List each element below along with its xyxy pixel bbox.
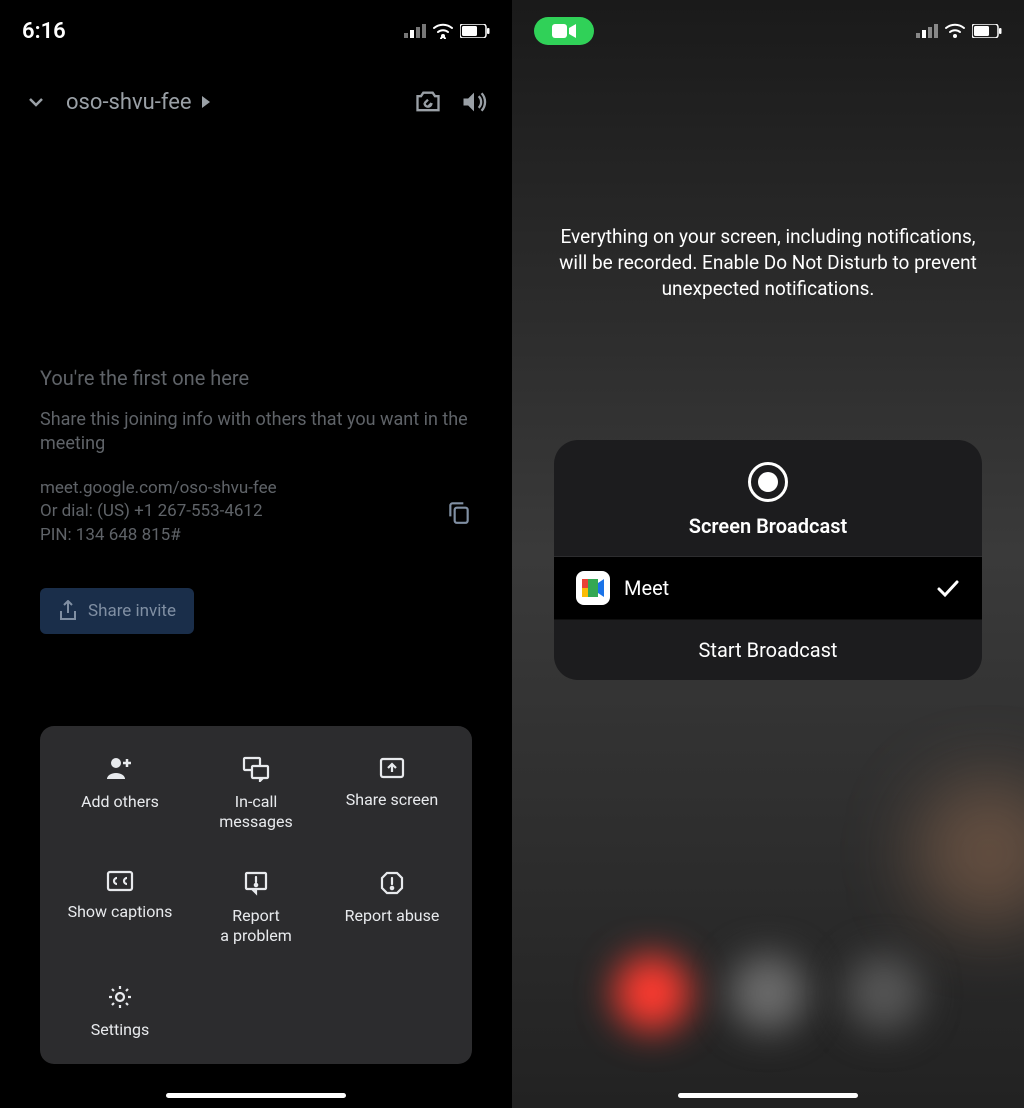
broadcast-header: Screen Broadcast xyxy=(554,440,982,557)
in-call-messages-label: In-call messages xyxy=(219,792,292,832)
share-description: Share this joining info with others that… xyxy=(40,408,472,457)
share-invite-label: Share invite xyxy=(88,601,176,621)
wifi-icon xyxy=(944,23,966,39)
copy-icon[interactable] xyxy=(446,499,472,525)
show-captions-button[interactable]: Show captions xyxy=(52,870,188,946)
status-time: 6:16 xyxy=(22,19,66,44)
share-screen-button[interactable]: Share screen xyxy=(324,756,460,832)
share-screen-label: Share screen xyxy=(346,790,438,810)
share-screen-icon xyxy=(378,756,406,780)
home-indicator[interactable] xyxy=(678,1093,858,1098)
report-abuse-label: Report abuse xyxy=(345,906,440,926)
report-problem-icon xyxy=(243,870,269,896)
bottom-controls-blur xyxy=(512,918,1024,1068)
chevron-right-icon xyxy=(200,94,212,110)
blurred-control xyxy=(846,955,922,1031)
join-details: meet.google.com/oso-shvu-fee Or dial: (U… xyxy=(40,477,446,548)
broadcast-screen: Everything on your screen, including not… xyxy=(512,0,1024,1108)
meeting-header: oso-shvu-fee xyxy=(0,54,512,126)
status-bar: 6:16 xyxy=(0,0,512,54)
camera-switch-icon[interactable] xyxy=(414,88,442,116)
messages-icon xyxy=(242,756,270,782)
status-icons xyxy=(916,23,1002,39)
options-sheet: Add others In-call messages Share screen… xyxy=(40,726,472,1064)
show-captions-label: Show captions xyxy=(68,902,173,922)
broadcast-app-name: Meet xyxy=(624,576,922,600)
join-dial: Or dial: (US) +1 267-553-4612 xyxy=(40,500,446,524)
report-problem-button[interactable]: Report a problem xyxy=(188,870,324,946)
blurred-control xyxy=(730,955,806,1031)
signal-icon xyxy=(404,24,426,38)
screen-recording-pill[interactable] xyxy=(534,17,594,45)
add-others-label: Add others xyxy=(81,792,159,812)
video-icon xyxy=(552,23,576,39)
battery-icon xyxy=(972,24,1002,38)
meet-app-icon xyxy=(576,571,610,605)
meeting-info: You're the first one here Share this joi… xyxy=(0,366,512,548)
join-pin: PIN: 134 648 815# xyxy=(40,524,446,548)
add-others-button[interactable]: Add others xyxy=(52,756,188,832)
blurred-control xyxy=(614,955,690,1031)
gear-icon xyxy=(107,984,133,1010)
wifi-icon xyxy=(432,23,454,39)
in-call-messages-button[interactable]: In-call messages xyxy=(188,756,324,832)
meeting-code[interactable]: oso-shvu-fee xyxy=(66,90,396,115)
captions-icon xyxy=(106,870,134,892)
speaker-icon[interactable] xyxy=(460,88,488,116)
first-here-text: You're the first one here xyxy=(40,366,472,390)
broadcast-card: Screen Broadcast Meet Start Broadcast xyxy=(554,440,982,680)
home-indicator[interactable] xyxy=(166,1093,346,1098)
report-abuse-button[interactable]: Report abuse xyxy=(324,870,460,946)
status-bar xyxy=(512,0,1024,54)
meeting-code-text: oso-shvu-fee xyxy=(66,90,192,115)
report-problem-label: Report a problem xyxy=(220,906,291,946)
join-url: meet.google.com/oso-shvu-fee xyxy=(40,477,446,501)
record-indicator-icon xyxy=(748,462,788,502)
settings-label: Settings xyxy=(91,1020,149,1040)
chevron-down-icon[interactable] xyxy=(24,90,48,114)
join-info: meet.google.com/oso-shvu-fee Or dial: (U… xyxy=(40,477,472,548)
broadcast-title: Screen Broadcast xyxy=(689,514,847,538)
settings-button[interactable]: Settings xyxy=(52,984,188,1040)
broadcast-warning: Everything on your screen, including not… xyxy=(512,224,1024,303)
share-invite-button[interactable]: Share invite xyxy=(40,588,194,634)
battery-icon xyxy=(460,24,490,38)
broadcast-app-row[interactable]: Meet xyxy=(554,557,982,620)
meet-call-screen: 6:16 oso-shvu-fee You're the first one h… xyxy=(0,0,512,1108)
add-person-icon xyxy=(105,756,135,782)
checkmark-icon xyxy=(936,578,960,598)
start-broadcast-button[interactable]: Start Broadcast xyxy=(554,620,982,680)
status-icons xyxy=(404,23,490,39)
signal-icon xyxy=(916,24,938,38)
blur-decoration xyxy=(914,778,1024,928)
share-icon xyxy=(58,600,78,622)
report-abuse-icon xyxy=(379,870,405,896)
